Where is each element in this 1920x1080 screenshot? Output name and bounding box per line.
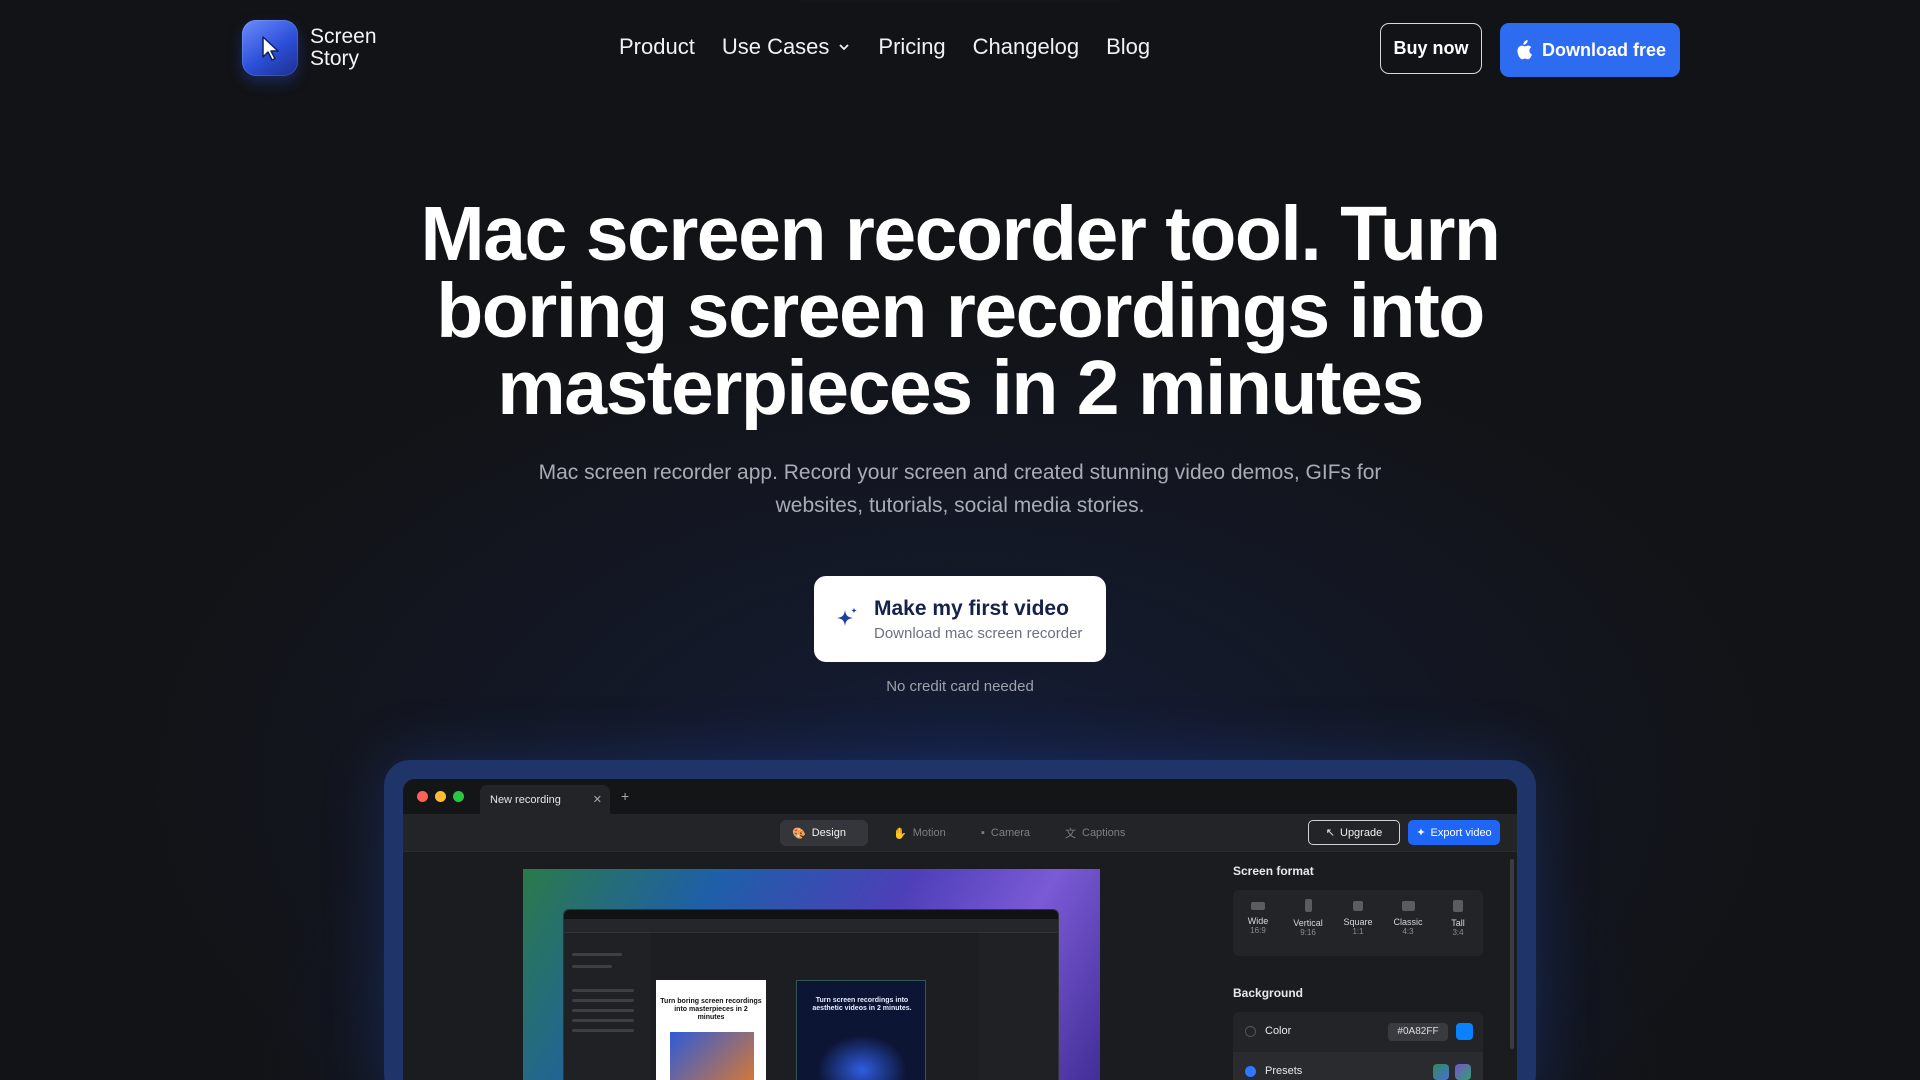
translate-icon: 文: [1065, 828, 1076, 840]
brand-name: Screen Story: [310, 25, 377, 70]
nav-link-product[interactable]: Product: [619, 34, 695, 60]
tab-captions[interactable]: 文 Captions: [1053, 820, 1137, 846]
tab-design[interactable]: 🎨 Design: [780, 820, 868, 846]
hand-icon: ✋: [893, 827, 907, 840]
format-square[interactable]: Square 1:1: [1336, 901, 1380, 956]
square-format-icon: [1353, 901, 1363, 911]
editor-toolbar: 🎨 Design ✋ Motion ▪ Camera 文 Captions ↖ …: [403, 814, 1517, 852]
app-preview-window: New recording ✕ + 🎨 Design ✋ Motion ▪ Ca…: [403, 779, 1517, 1080]
upgrade-button[interactable]: ↖ Upgrade: [1308, 820, 1400, 845]
nav-links: Product Use Cases Pricing Changelog Blog: [619, 34, 1150, 60]
tab-motion[interactable]: ✋ Motion: [881, 820, 958, 846]
screen-format-options: Wide 16:9 Vertical 9:16 Square 1:1 Class…: [1233, 890, 1483, 956]
hero-subtitle: Mac screen recorder app. Record your scr…: [538, 461, 1382, 517]
camera-icon: ▪: [981, 827, 985, 839]
cta-main-label: Make my first video: [874, 596, 1069, 620]
preset-swatch-1[interactable]: [1433, 1064, 1449, 1080]
color-radio[interactable]: [1245, 1026, 1256, 1037]
background-heading: Background: [1233, 986, 1304, 1000]
color-swatch[interactable]: [1456, 1023, 1473, 1040]
window-titlebar: New recording ✕ +: [403, 779, 1517, 814]
preview-canvas[interactable]: Turn boring screen recordings into maste…: [523, 869, 1100, 1080]
classic-format-icon: [1401, 901, 1415, 911]
download-free-button[interactable]: Download free: [1500, 23, 1680, 77]
inner-dark-card: Turn screen recordings into aesthetic vi…: [796, 980, 926, 1080]
format-wide[interactable]: Wide 16:9: [1236, 902, 1280, 956]
tall-format-icon: [1453, 900, 1463, 912]
sparkle-icon: ✦: [1416, 827, 1426, 839]
inner-properties-panel: [978, 933, 1058, 1080]
nav-link-use-cases[interactable]: Use Cases: [722, 34, 852, 60]
nav-link-changelog[interactable]: Changelog: [973, 34, 1079, 60]
close-window-dot[interactable]: [417, 791, 428, 802]
chevron-down-icon: [839, 44, 850, 51]
apple-icon: [1517, 40, 1532, 60]
export-video-button[interactable]: ✦ Export video: [1408, 820, 1500, 845]
properties-panel: Screen format Wide 16:9 Vertical 9:16 Sq…: [1233, 864, 1503, 1080]
sparkle-icon: [837, 607, 857, 626]
screen-format-heading: Screen format: [1233, 864, 1314, 878]
format-tall[interactable]: Tall 3:4: [1436, 900, 1480, 956]
cursor-icon: ↖: [1325, 827, 1335, 839]
vertical-format-icon: [1304, 899, 1312, 912]
background-presets-option[interactable]: Presets: [1233, 1052, 1483, 1080]
no-credit-card-note: No credit card needed: [886, 678, 1034, 695]
zoom-window-dot[interactable]: [453, 791, 464, 802]
logo[interactable]: Screen Story: [242, 20, 377, 76]
cta-sub-label: Download mac screen recorder: [874, 624, 1083, 642]
make-first-video-button[interactable]: Make my first video Download mac screen …: [814, 576, 1106, 662]
hero-title: Mac screen recorder tool. Turn boring sc…: [420, 191, 1501, 431]
color-hex-input[interactable]: #0A82FF: [1388, 1023, 1448, 1041]
buy-now-button[interactable]: Buy now: [1380, 23, 1482, 74]
inner-light-card: Turn boring screen recordings into maste…: [656, 980, 766, 1080]
preset-swatch-2[interactable]: [1455, 1064, 1471, 1080]
nav-link-blog[interactable]: Blog: [1106, 34, 1150, 60]
presets-radio[interactable]: [1245, 1066, 1256, 1077]
inner-app-screenshot: Turn boring screen recordings into maste…: [563, 909, 1059, 1080]
new-tab-icon[interactable]: +: [621, 788, 629, 804]
format-vertical[interactable]: Vertical 9:16: [1286, 899, 1330, 956]
tab-camera[interactable]: ▪ Camera: [969, 820, 1042, 846]
wide-format-icon: [1251, 902, 1265, 910]
logo-icon: [242, 20, 298, 76]
format-classic[interactable]: Classic 4:3: [1386, 901, 1430, 956]
recording-tab[interactable]: New recording ✕: [480, 785, 610, 814]
palette-icon: 🎨: [792, 827, 806, 840]
background-color-option[interactable]: Color #0A82FF: [1233, 1012, 1483, 1052]
nav-link-pricing[interactable]: Pricing: [878, 34, 945, 60]
close-tab-icon[interactable]: ✕: [593, 793, 602, 806]
inner-sidebar: [564, 933, 650, 1080]
panel-scrollbar[interactable]: [1510, 859, 1514, 1049]
top-nav: Screen Story Product Use Cases Pricing C…: [0, 0, 1920, 100]
minimize-window-dot[interactable]: [435, 791, 446, 802]
